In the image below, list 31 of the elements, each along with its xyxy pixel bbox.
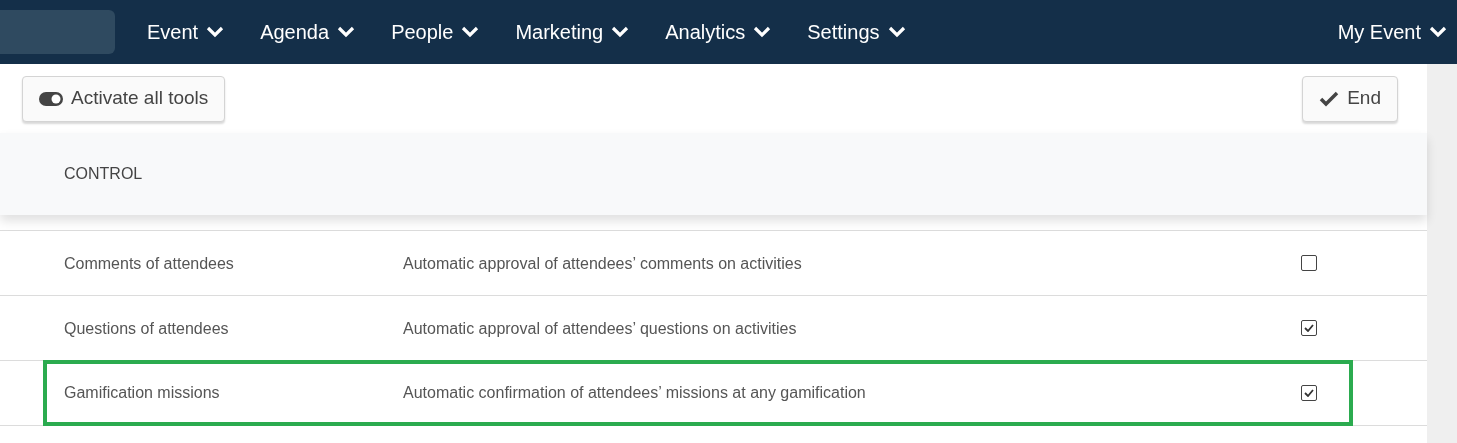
chevron-down-icon — [461, 26, 480, 38]
tool-description: Automatic approval of attendees’ comments on activities — [403, 253, 803, 274]
chevron-down-icon — [1429, 26, 1447, 38]
tool-name: Gamification missions — [64, 383, 221, 403]
nav-menu[interactable]: Event — [147, 17, 225, 47]
check-icon — [1319, 90, 1340, 107]
nav-menu[interactable]: Settings — [807, 17, 906, 47]
end-button[interactable]: End — [1302, 75, 1398, 122]
checkbox[interactable] — [1301, 320, 1317, 336]
checkbox[interactable] — [1301, 385, 1317, 401]
nav-menu[interactable]: Marketing — [515, 17, 630, 47]
activate-all-button[interactable]: Activate all tools — [22, 75, 226, 122]
tool-name: Comments of attendees — [64, 253, 235, 274]
checkbox[interactable] — [1301, 255, 1317, 271]
checkmark-icon — [1304, 389, 1314, 397]
tool-name: Questions of attendees — [64, 318, 230, 339]
chevron-down-icon — [206, 26, 225, 38]
chevron-down-icon — [337, 26, 356, 38]
chevron-down-icon — [611, 26, 630, 38]
checkmark-icon — [1304, 324, 1314, 332]
tool-description: Automatic confirmation of attendees’ missions at any gamification — [403, 383, 867, 403]
account-menu[interactable]: My Event — [1337, 17, 1447, 47]
nav-menu[interactable]: Analytics — [665, 17, 772, 47]
toggle-icon — [39, 91, 63, 106]
chevron-down-icon — [753, 26, 772, 38]
search-field[interactable] — [0, 10, 115, 54]
tool-description: Automatic approval of attendees’ questions on activities — [403, 318, 798, 339]
nav-menu[interactable]: Agenda — [260, 17, 356, 47]
chevron-down-icon — [887, 26, 906, 38]
section-title: CONTROL — [64, 164, 143, 184]
nav-menu[interactable]: People — [391, 17, 480, 47]
